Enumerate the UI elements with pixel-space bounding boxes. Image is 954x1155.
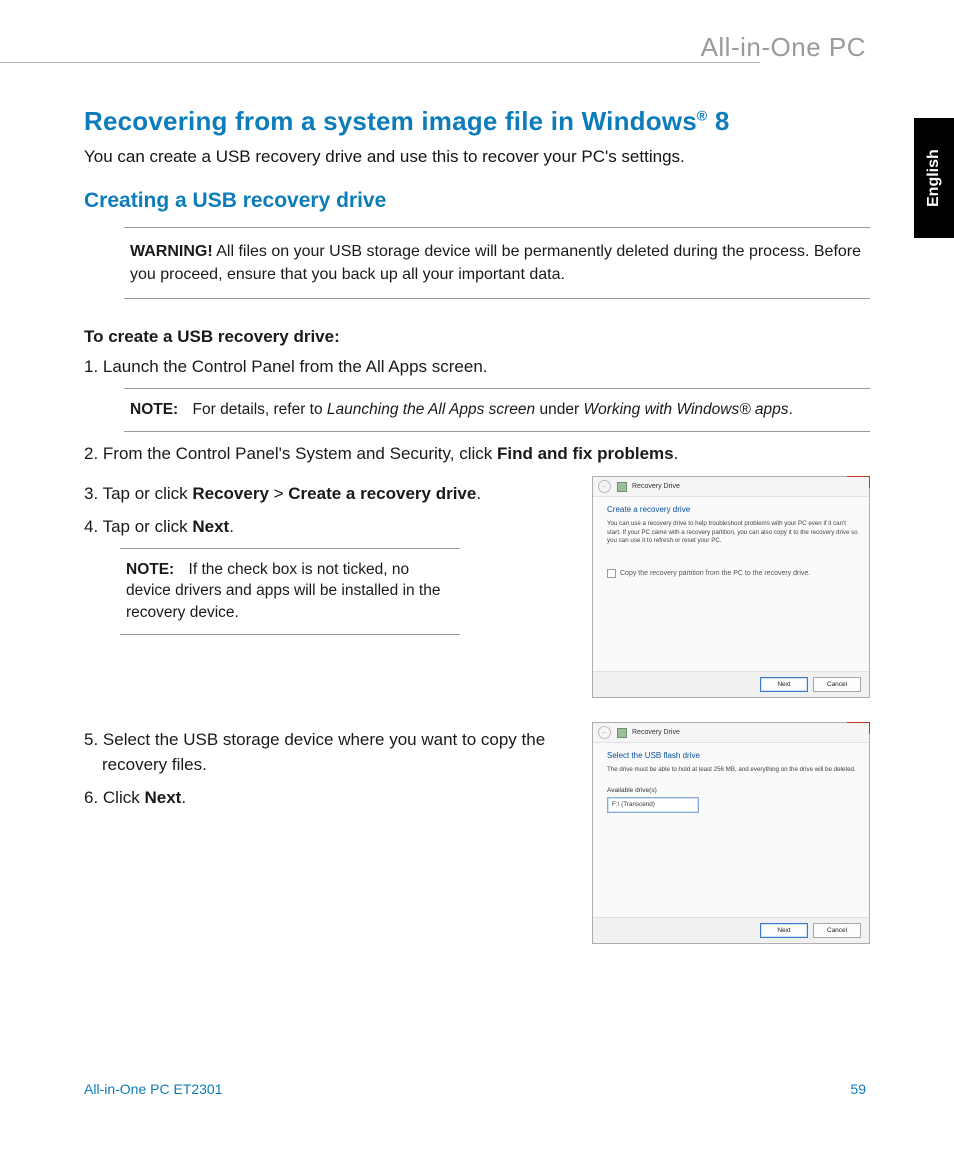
intro-paragraph: You can create a USB recovery drive and … <box>84 147 870 167</box>
back-icon[interactable]: ← <box>598 480 611 493</box>
copy-partition-checkbox[interactable]: Copy the recovery partition from the PC … <box>607 569 859 578</box>
brand-text: All-in-One PC <box>701 32 866 62</box>
dialog1-footer: Next Cancel <box>593 671 869 697</box>
back-icon[interactable]: ← <box>598 726 611 739</box>
step-5: 5. Select the USB storage device where y… <box>84 728 572 777</box>
title-registered-icon: ® <box>697 107 708 123</box>
step2-pre: 2. From the Control Panel's System and S… <box>84 444 497 463</box>
dialog2-footer: Next Cancel <box>593 917 869 943</box>
step3-post: . <box>476 484 481 503</box>
next-button[interactable]: Next <box>760 677 808 692</box>
cancel-button-label: Cancel <box>827 681 847 688</box>
step6-pre: 6. Click <box>84 788 144 807</box>
step3-b2: Create a recovery drive <box>288 484 476 503</box>
step4-post: . <box>229 517 234 536</box>
dialog2-title: Recovery Drive <box>632 729 680 736</box>
step3-b1: Recovery <box>192 484 269 503</box>
page-footer: All-in-One PC ET2301 59 <box>84 1081 866 1097</box>
footer-model: All-in-One PC ET2301 <box>84 1081 223 1097</box>
step6-bold: Next <box>144 788 181 807</box>
warning-lead: WARNING! <box>130 243 213 260</box>
steps-5-6-row: 5. Select the USB storage device where y… <box>84 720 870 944</box>
step-1: 1. Launch the Control Panel from the All… <box>84 355 870 380</box>
available-drives-label: Available drive(s) <box>607 787 859 794</box>
checkbox-icon <box>607 569 616 578</box>
page-title: Recovering from a system image file in W… <box>84 106 870 137</box>
step3-pre: 3. Tap or click <box>84 484 192 503</box>
drive-list-item-label: F:\ (Transcend) <box>612 801 655 808</box>
next-button-label: Next <box>777 681 790 688</box>
note2-lead: NOTE: <box>126 561 174 578</box>
step3-mid: > <box>269 484 288 503</box>
cancel-button[interactable]: Cancel <box>813 923 861 938</box>
brand-mark: All-in-One PC <box>701 32 866 63</box>
footer-page-number: 59 <box>850 1081 866 1097</box>
dialog1-heading: Create a recovery drive <box>607 505 859 514</box>
note1-post: . <box>789 401 793 418</box>
steps-3-4-row: 3. Tap or click Recovery > Create a reco… <box>84 474 870 698</box>
top-divider <box>0 62 760 63</box>
note1-pre: For details, refer to <box>193 401 327 418</box>
step6-post: . <box>181 788 186 807</box>
note-1: NOTE: For details, refer to Launching th… <box>124 388 870 432</box>
step2-post: . <box>674 444 679 463</box>
recovery-drive-dialog-select: ✕ ← Recovery Drive Select the USB flash … <box>592 722 870 944</box>
recovery-drive-icon <box>617 482 627 492</box>
step4-pre: 4. Tap or click <box>84 517 192 536</box>
language-tab: English <box>914 118 954 238</box>
dialog1-text: You can use a recovery drive to help tro… <box>607 520 859 545</box>
note1-em1: Launching the All Apps screen <box>327 401 535 418</box>
warning-callout: WARNING! All files on your USB storage d… <box>124 227 870 299</box>
dialog2-text: The drive must be able to hold at least … <box>607 766 859 774</box>
recovery-drive-dialog-create: ✕ ← Recovery Drive Create a recovery dri… <box>592 476 870 698</box>
dialog2-titlebar: ← Recovery Drive <box>593 723 869 743</box>
title-main: Recovering from a system image file in W… <box>84 106 697 136</box>
language-label: English <box>925 149 943 207</box>
cancel-button-label: Cancel <box>827 927 847 934</box>
dialog1-titlebar: ← Recovery Drive <box>593 477 869 497</box>
drive-list-item[interactable]: F:\ (Transcend) <box>607 797 699 813</box>
step2-bold: Find and fix problems <box>497 444 674 463</box>
step4-bold: Next <box>192 517 229 536</box>
instruction-heading: To create a USB recovery drive: <box>84 327 870 347</box>
step-2: 2. From the Control Panel's System and S… <box>84 442 870 467</box>
next-button[interactable]: Next <box>760 923 808 938</box>
note-2: NOTE: If the check box is not ticked, no… <box>120 548 460 635</box>
step-4: 4. Tap or click Next. <box>84 515 572 540</box>
warning-body: All files on your USB storage device wil… <box>130 243 861 283</box>
next-button-label: Next <box>777 927 790 934</box>
title-version: 8 <box>707 106 729 136</box>
note-lead: NOTE: <box>130 401 178 418</box>
note1-em2: Working with Windows® apps <box>583 401 788 418</box>
section-heading: Creating a USB recovery drive <box>84 189 870 213</box>
note1-mid: under <box>535 401 583 418</box>
recovery-drive-icon <box>617 728 627 738</box>
step-3: 3. Tap or click Recovery > Create a reco… <box>84 482 572 507</box>
step-6: 6. Click Next. <box>84 786 572 811</box>
checkbox-label: Copy the recovery partition from the PC … <box>620 570 810 577</box>
dialog2-heading: Select the USB flash drive <box>607 751 859 760</box>
cancel-button[interactable]: Cancel <box>813 677 861 692</box>
dialog1-title: Recovery Drive <box>632 483 680 490</box>
